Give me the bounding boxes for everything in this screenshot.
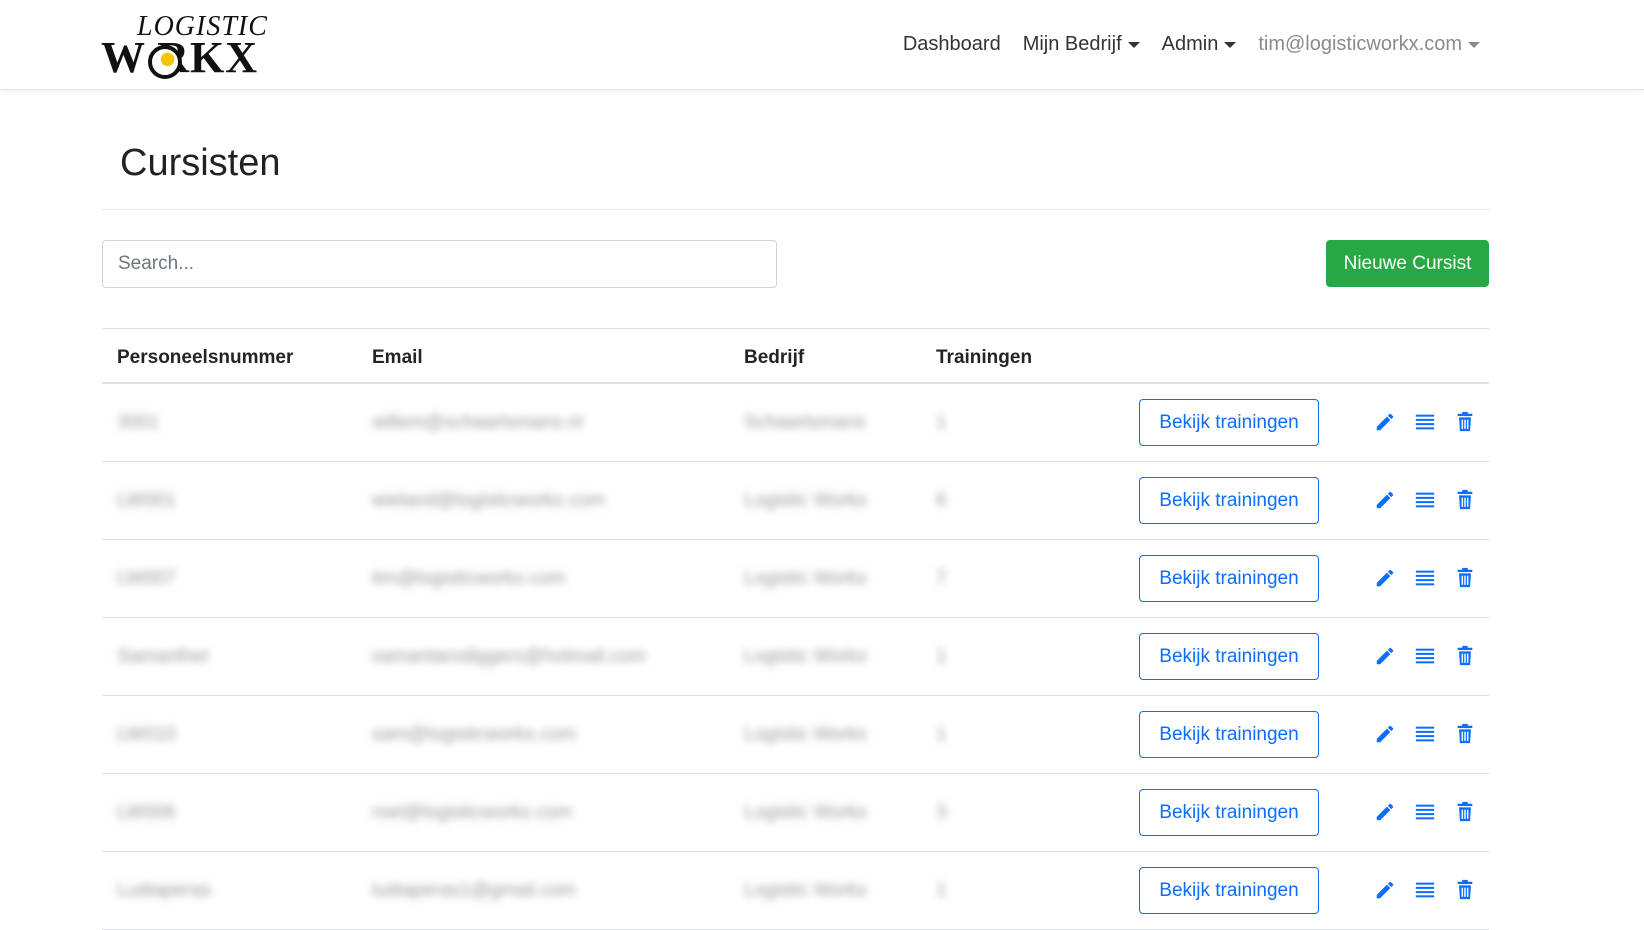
table-row: Samanther samantarodiggers@hotmail.com L… [102,618,1489,696]
trash-icon[interactable] [1454,879,1476,901]
pencil-icon[interactable] [1374,567,1396,589]
trash-icon[interactable] [1454,567,1476,589]
list-icon[interactable] [1414,567,1436,589]
cell-email: samantarodiggers@hotmail.com [372,646,646,667]
trash-icon[interactable] [1454,489,1476,511]
nav-links: Dashboard Mijn Bedrijf Admin tim@logisti… [903,33,1480,56]
cell-trainingen: 3 [936,802,947,823]
cell-bedrijf: Logistic Workx [744,880,868,901]
cell-trainingen: 1 [936,880,947,901]
cell-bedrijf: Logistic Workx [744,490,868,511]
bekijk-trainingen-button[interactable]: Bekijk trainingen [1139,711,1319,758]
cell-personeelsnummer: Samanther [117,646,210,667]
trash-icon[interactable] [1454,645,1476,667]
logo[interactable]: LOGISTIC W RKX [101,12,267,80]
nav-user-label: tim@logisticworkx.com [1258,33,1462,55]
table-row: LW010 sam@logisticworkx.com Logistic Wor… [102,696,1489,774]
row-actions [1374,567,1476,589]
bekijk-trainingen-button[interactable]: Bekijk trainingen [1139,477,1319,524]
cell-email: roel@logisticworkx.com [372,802,572,823]
cell-bedrijf: Logistic Workx [744,646,868,667]
bekijk-trainingen-button[interactable]: Bekijk trainingen [1139,555,1319,602]
row-actions [1374,879,1476,901]
header-email: Email [372,347,423,368]
list-icon[interactable] [1414,723,1436,745]
nav-mijn-bedrijf-dropdown[interactable]: Mijn Bedrijf [1023,33,1140,56]
bekijk-trainingen-button[interactable]: Bekijk trainingen [1139,867,1319,914]
pencil-icon[interactable] [1374,801,1396,823]
cell-email: tim@logisticworkx.com [372,568,566,589]
cell-trainingen: 1 [936,646,947,667]
caret-down-icon [1468,41,1480,48]
bekijk-trainingen-button[interactable]: Bekijk trainingen [1139,789,1319,836]
header-personeelsnummer: Personeelsnummer [117,347,294,368]
cell-trainingen: 1 [936,724,947,745]
table-row: LW001 wieland@logisticworkx.com Logistic… [102,462,1489,540]
list-icon[interactable] [1414,879,1436,901]
row-actions [1374,411,1476,433]
nav-mijn-bedrijf-label: Mijn Bedrijf [1022,33,1122,55]
row-actions [1374,801,1476,823]
cell-bedrijf: Logistic Workx [744,802,868,823]
trash-icon[interactable] [1454,723,1476,745]
row-actions [1374,645,1476,667]
list-icon[interactable] [1414,489,1436,511]
list-icon[interactable] [1414,411,1436,433]
cell-email: wieland@logisticworkx.com [372,490,605,511]
pencil-icon[interactable] [1374,879,1396,901]
cell-personeelsnummer: LW006 [117,802,176,823]
header-bedrijf: Bedrijf [744,347,805,368]
cell-personeelsnummer: LW007 [117,568,176,589]
header-trainingen: Trainingen [936,347,1033,368]
table-row: Ludiaperas ludiaperas1@gmail.com Logisti… [102,852,1489,930]
list-icon[interactable] [1414,801,1436,823]
table-row: LW007 tim@logisticworkx.com Logistic Wor… [102,540,1489,618]
row-actions [1374,489,1476,511]
cell-personeelsnummer: LW010 [117,724,176,745]
globe-icon [148,45,182,79]
caret-down-icon [1224,41,1237,48]
cursisten-table: Personeelsnummer Email Bedrijf Traininge… [102,328,1489,930]
cell-personeelsnummer: 3001 [117,412,160,433]
bekijk-trainingen-button[interactable]: Bekijk trainingen [1139,399,1319,446]
pencil-icon[interactable] [1374,723,1396,745]
cell-bedrijf: Schaartsmans [744,412,866,433]
table-header: Personeelsnummer Email Bedrijf Traininge… [102,328,1489,384]
nav-dashboard[interactable]: Dashboard [903,33,1001,56]
row-actions [1374,723,1476,745]
nav-admin-label: Admin [1161,33,1219,55]
nav-user-dropdown[interactable]: tim@logisticworkx.com [1258,33,1480,56]
table-row: LW006 roel@logisticworkx.com Logistic Wo… [102,774,1489,852]
cell-personeelsnummer: LW001 [117,490,176,511]
caret-down-icon [1127,41,1140,48]
nav-dashboard-label: Dashboard [902,33,1001,55]
cell-trainingen: 1 [936,412,947,433]
trash-icon[interactable] [1454,411,1476,433]
page-title: Cursisten [120,142,281,184]
new-cursist-button[interactable]: Nieuwe Cursist [1326,240,1489,287]
top-navbar: LOGISTIC W RKX Dashboard Mijn Bedrijf Ad… [0,0,1644,90]
cell-email: ludiaperas1@gmail.com [372,880,577,901]
title-divider [102,209,1489,210]
pencil-icon[interactable] [1374,411,1396,433]
trash-icon[interactable] [1454,801,1476,823]
nav-admin-dropdown[interactable]: Admin [1162,33,1237,56]
pencil-icon[interactable] [1374,489,1396,511]
table-body: 3001 willem@schaartsmans.nl Schaartsmans… [102,384,1489,930]
cell-email: sam@logisticworkx.com [372,724,577,745]
cell-email: willem@schaartsmans.nl [372,412,583,433]
list-icon[interactable] [1414,645,1436,667]
cell-trainingen: 7 [936,568,947,589]
cell-personeelsnummer: Ludiaperas [117,880,212,901]
bekijk-trainingen-button[interactable]: Bekijk trainingen [1139,633,1319,680]
cell-bedrijf: Logistic Workx [744,568,868,589]
table-row: 3001 willem@schaartsmans.nl Schaartsmans… [102,384,1489,462]
cell-bedrijf: Logistic Workx [744,724,868,745]
pencil-icon[interactable] [1374,645,1396,667]
search-input[interactable] [102,240,777,288]
cell-trainingen: 6 [936,490,947,511]
